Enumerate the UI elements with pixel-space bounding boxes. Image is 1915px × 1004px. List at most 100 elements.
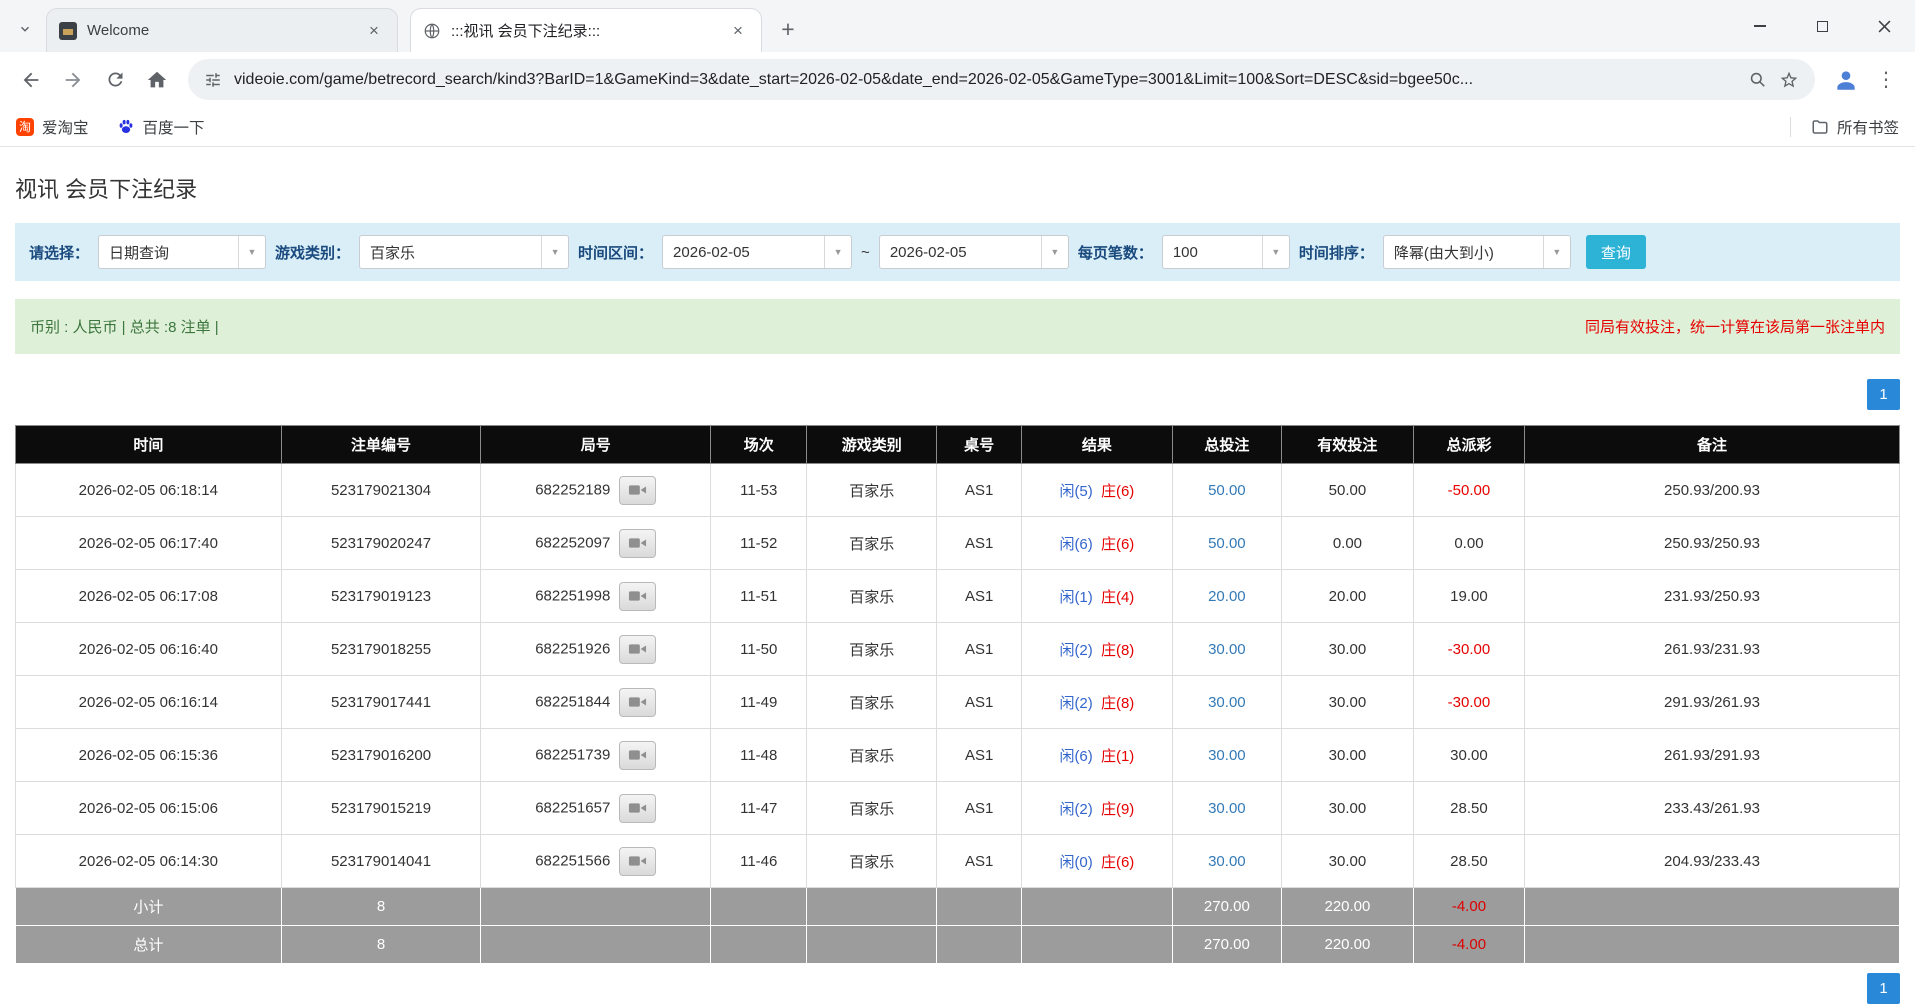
page-button-1[interactable]: 1	[1867, 379, 1900, 410]
maximize-button[interactable]	[1791, 0, 1853, 52]
pagination-top: 1	[15, 379, 1900, 410]
currency-summary: 币别 : 人民币 | 总共 :8 注单 |	[30, 316, 219, 337]
result-player: 闲(1)	[1059, 589, 1092, 606]
total-bet-link[interactable]: 30.00	[1208, 694, 1246, 711]
cell-table-no: AS1	[937, 570, 1022, 623]
search-button[interactable]: 查询	[1586, 235, 1646, 269]
profile-avatar[interactable]	[1827, 61, 1865, 99]
cell-remark: 233.43/261.93	[1525, 782, 1900, 835]
tab-search-button[interactable]	[10, 14, 40, 44]
cell-payout: -50.00	[1413, 464, 1524, 517]
reload-button[interactable]	[96, 61, 134, 99]
total-bet-link[interactable]: 50.00	[1208, 535, 1246, 552]
cell-remark: 250.93/200.93	[1525, 464, 1900, 517]
all-bookmarks-label: 所有书签	[1837, 116, 1899, 138]
window-controls	[1729, 0, 1915, 52]
round-id-text: 682251998	[535, 587, 610, 604]
person-icon	[1833, 67, 1859, 93]
cell-remark: 250.93/250.93	[1525, 517, 1900, 570]
browser-menu-button[interactable]: ⋮	[1869, 61, 1903, 99]
cell-time: 2026-02-05 06:16:14	[16, 676, 282, 729]
cell-round-id: 682252189	[481, 464, 711, 517]
query-type-dropdown[interactable]: 日期查询 ▼	[98, 235, 266, 269]
result-banker: 庄(9)	[1101, 801, 1134, 818]
total-bet-link[interactable]: 30.00	[1208, 641, 1246, 658]
bookmark-taobao[interactable]: 淘 爱淘宝	[16, 116, 89, 138]
page-button-1[interactable]: 1	[1867, 973, 1900, 1004]
taobao-icon: 淘	[16, 118, 34, 136]
footer-total-bet: 270.00	[1172, 888, 1281, 926]
subtotal-row: 小计 8 270.00 220.00 -4.00	[16, 888, 1900, 926]
per-page-dropdown[interactable]: 100 ▼	[1162, 235, 1290, 269]
col-session: 场次	[711, 426, 807, 464]
tab-close-icon[interactable]: ×	[363, 20, 385, 42]
sort-order-dropdown[interactable]: 降幂(由大到小) ▼	[1383, 235, 1571, 269]
video-camera-icon	[628, 589, 647, 603]
select-label: 请选择：	[29, 242, 89, 263]
table-row: 2026-02-05 06:14:30 523179014041 6822515…	[16, 835, 1900, 888]
result-player: 闲(2)	[1059, 695, 1092, 712]
date-end-dropdown[interactable]: 2026-02-05 ▼	[879, 235, 1069, 269]
date-start-value: 2026-02-05	[663, 244, 824, 261]
game-kind-value: 百家乐	[360, 242, 541, 263]
cell-time: 2026-02-05 06:16:40	[16, 623, 282, 676]
tab-close-icon[interactable]: ×	[727, 20, 749, 42]
date-start-dropdown[interactable]: 2026-02-05 ▼	[662, 235, 852, 269]
all-bookmarks-button[interactable]: 所有书签	[1811, 116, 1899, 138]
cell-remark: 261.93/291.93	[1525, 729, 1900, 782]
new-tab-button[interactable]: +	[772, 13, 804, 45]
per-page-value: 100	[1163, 244, 1262, 261]
url-text[interactable]: videoie.com/game/betrecord_search/kind3?…	[234, 71, 1736, 89]
zoom-icon[interactable]	[1748, 70, 1767, 89]
cell-remark: 261.93/231.93	[1525, 623, 1900, 676]
col-valid-bet: 有效投注	[1282, 426, 1414, 464]
total-bet-link[interactable]: 20.00	[1208, 588, 1246, 605]
bookmark-star-icon[interactable]	[1779, 70, 1799, 90]
url-bar[interactable]: videoie.com/game/betrecord_search/kind3?…	[188, 59, 1815, 100]
tab-title: :::视讯 会员下注纪录:::	[451, 20, 717, 41]
video-replay-button[interactable]	[619, 582, 656, 611]
game-kind-label: 游戏类别：	[275, 242, 350, 263]
round-id-text: 682251566	[535, 852, 610, 869]
video-replay-button[interactable]	[619, 635, 656, 664]
cell-result: 闲(5) 庄(6)	[1022, 464, 1173, 517]
total-bet-link[interactable]: 30.00	[1208, 853, 1246, 870]
close-button[interactable]	[1853, 0, 1915, 52]
minimize-button[interactable]	[1729, 0, 1791, 52]
close-icon	[1878, 20, 1891, 33]
forward-button[interactable]	[54, 61, 92, 99]
video-replay-button[interactable]	[619, 847, 656, 876]
col-remark: 备注	[1525, 426, 1900, 464]
video-camera-icon	[628, 483, 647, 497]
valid-bet-note: 同局有效投注，统一计算在该局第一张注单内	[1585, 316, 1885, 337]
cell-time: 2026-02-05 06:18:14	[16, 464, 282, 517]
footer-valid-bet: 220.00	[1282, 888, 1414, 926]
video-replay-button[interactable]	[619, 476, 656, 505]
footer-count: 8	[281, 888, 481, 926]
game-kind-dropdown[interactable]: 百家乐 ▼	[359, 235, 569, 269]
table-row: 2026-02-05 06:17:40 523179020247 6822520…	[16, 517, 1900, 570]
video-replay-button[interactable]	[619, 529, 656, 558]
back-button[interactable]	[12, 61, 50, 99]
records-table: 时间 注单编号 局号 场次 游戏类别 桌号 结果 总投注 有效投注 总派彩 备注…	[15, 425, 1900, 964]
bookmark-baidu[interactable]: 百度一下	[117, 116, 205, 138]
video-replay-button[interactable]	[619, 688, 656, 717]
page-content: 视讯 会员下注纪录 请选择： 日期查询 ▼ 游戏类别： 百家乐 ▼ 时间区间： …	[0, 147, 1915, 1004]
cell-time: 2026-02-05 06:14:30	[16, 835, 282, 888]
col-payout: 总派彩	[1413, 426, 1524, 464]
folder-icon	[1811, 118, 1829, 136]
video-replay-button[interactable]	[619, 741, 656, 770]
total-bet-link[interactable]: 30.00	[1208, 800, 1246, 817]
video-replay-button[interactable]	[619, 794, 656, 823]
total-bet-link[interactable]: 30.00	[1208, 747, 1246, 764]
tab-bet-records[interactable]: :::视讯 会员下注纪录::: ×	[410, 8, 762, 52]
total-bet-link[interactable]: 50.00	[1208, 482, 1246, 499]
tab-welcome[interactable]: Welcome ×	[46, 8, 398, 52]
footer-cell	[1022, 888, 1173, 926]
cell-payout: 30.00	[1413, 729, 1524, 782]
footer-count: 8	[281, 926, 481, 964]
cell-result: 闲(6) 庄(1)	[1022, 729, 1173, 782]
home-button[interactable]	[138, 61, 176, 99]
date-end-value: 2026-02-05	[880, 244, 1041, 261]
site-info-icon[interactable]	[204, 71, 222, 89]
